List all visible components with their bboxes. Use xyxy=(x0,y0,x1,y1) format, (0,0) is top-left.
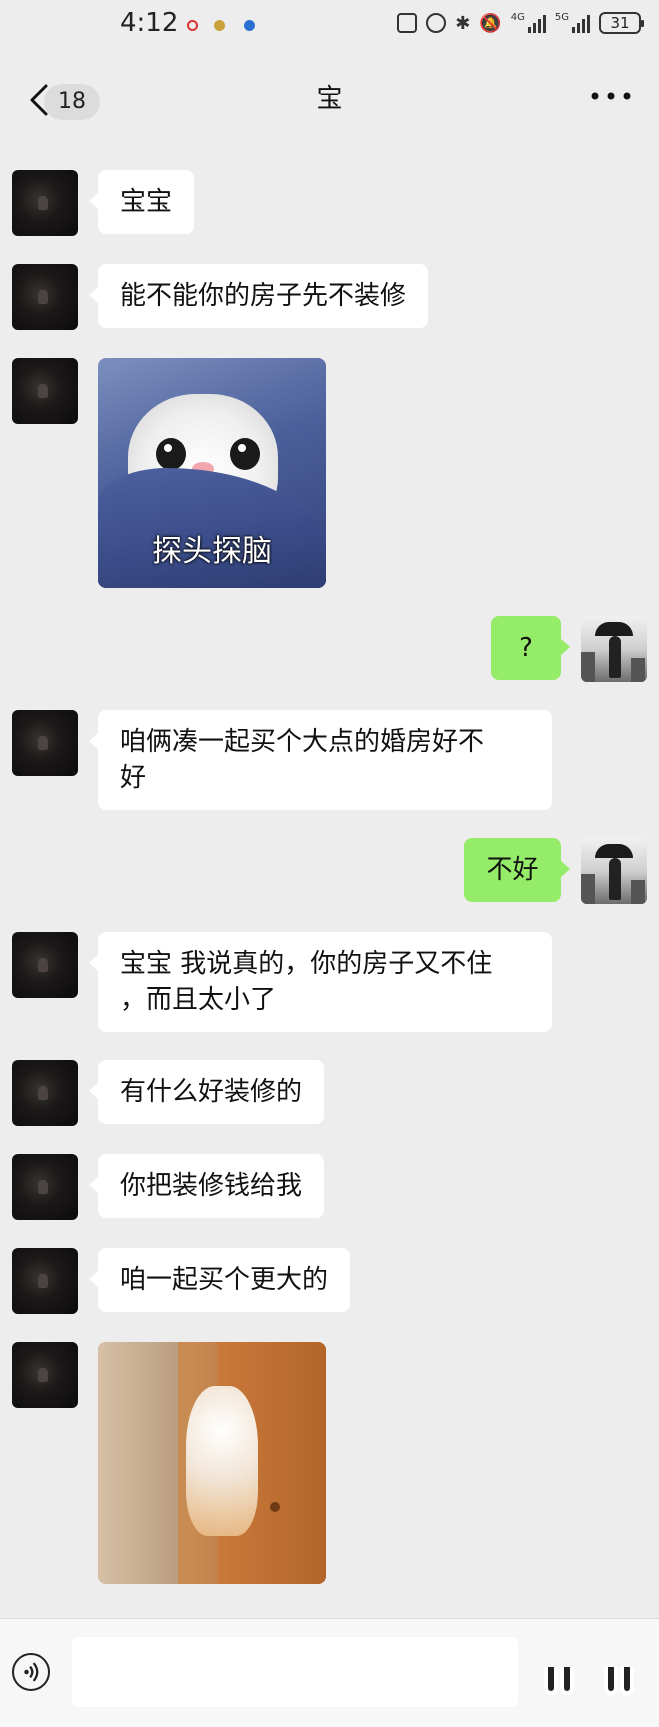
plus-icon[interactable] xyxy=(600,1659,640,1695)
message-text: 有什么好装修的 xyxy=(120,1077,303,1107)
voice-icon[interactable] xyxy=(12,1653,50,1691)
contact-avatar[interactable] xyxy=(12,932,78,998)
message-bubble[interactable]: 咱俩凑一起买个大点的婚房好不 好 xyxy=(89,710,552,810)
message-bubble[interactable]: 能不能你的房子先不装修 xyxy=(88,264,429,328)
message-bubble[interactable]: 宝宝 xyxy=(88,170,195,234)
contact-avatar[interactable] xyxy=(12,358,78,424)
status-bar: 4:12 ✱ 🔕 4G 5G 31 xyxy=(0,0,659,52)
message-text: 你把装修钱给我 xyxy=(120,1171,303,1201)
message-text: 咱一起买个更大的 xyxy=(120,1265,329,1295)
alarm-icon xyxy=(426,13,447,33)
message-text-line: ，而且太小了 xyxy=(120,985,277,1015)
message-text: 不好 xyxy=(486,855,539,885)
status-icons: ✱ 🔕 4G 5G 31 xyxy=(397,12,644,34)
contact-avatar[interactable] xyxy=(12,1342,78,1408)
notification-dot-icon xyxy=(187,20,198,31)
battery-icon: 31 xyxy=(599,12,644,34)
contact-avatar[interactable] xyxy=(12,264,78,330)
message-text-line: 好 xyxy=(120,763,147,793)
message-bubble[interactable]: ? xyxy=(491,616,570,680)
kitten-sticker-image[interactable] xyxy=(98,1342,326,1584)
my-avatar[interactable] xyxy=(581,616,647,682)
emoji-icon[interactable] xyxy=(540,1659,580,1695)
notification-dot-icon xyxy=(214,20,225,31)
input-bar xyxy=(0,1618,659,1727)
notification-dot-icon xyxy=(244,20,255,31)
message-text-line: 宝宝 我说真的，你的房子又不住 xyxy=(120,949,493,979)
message-bubble[interactable]: 咱一起买个更大的 xyxy=(88,1248,351,1312)
chat-header: 18 宝 xyxy=(0,60,659,142)
message-bubble[interactable]: 你把装修钱给我 xyxy=(88,1154,325,1218)
contact-avatar[interactable] xyxy=(12,710,78,776)
message-input[interactable] xyxy=(72,1637,518,1707)
signal-icon-2 xyxy=(572,13,590,33)
my-avatar[interactable] xyxy=(581,838,647,904)
contact-avatar[interactable] xyxy=(12,1154,78,1220)
network-label: 4G xyxy=(510,12,525,23)
mute-icon: 🔕 xyxy=(479,12,502,34)
chat-title: 宝 xyxy=(316,84,343,114)
sticker-image[interactable]: 探头探脑 xyxy=(98,358,326,588)
message-text: 宝宝 xyxy=(120,187,173,217)
message-bubble[interactable]: 有什么好装修的 xyxy=(88,1060,325,1124)
message-bubble[interactable]: 宝宝 我说真的，你的房子又不住 ，而且太小了 xyxy=(89,932,552,1032)
network-label-2: 5G xyxy=(554,12,569,23)
contact-avatar[interactable] xyxy=(12,1060,78,1126)
message-text: ? xyxy=(519,633,533,663)
status-time: 4:12 xyxy=(120,8,179,38)
message-text: 能不能你的房子先不装修 xyxy=(120,281,407,311)
contact-avatar[interactable] xyxy=(12,1248,78,1314)
signal-icon xyxy=(527,13,546,33)
message-text-line: 咱俩凑一起买个大点的婚房好不 xyxy=(120,727,485,757)
message-bubble[interactable]: 不好 xyxy=(464,838,570,902)
more-dots-icon[interactable] xyxy=(589,86,633,106)
contact-avatar[interactable] xyxy=(12,170,78,236)
nfc-icon xyxy=(397,13,418,33)
bluetooth-icon: ✱ xyxy=(455,12,471,34)
sticker-caption: 探头探脑 xyxy=(152,534,272,569)
